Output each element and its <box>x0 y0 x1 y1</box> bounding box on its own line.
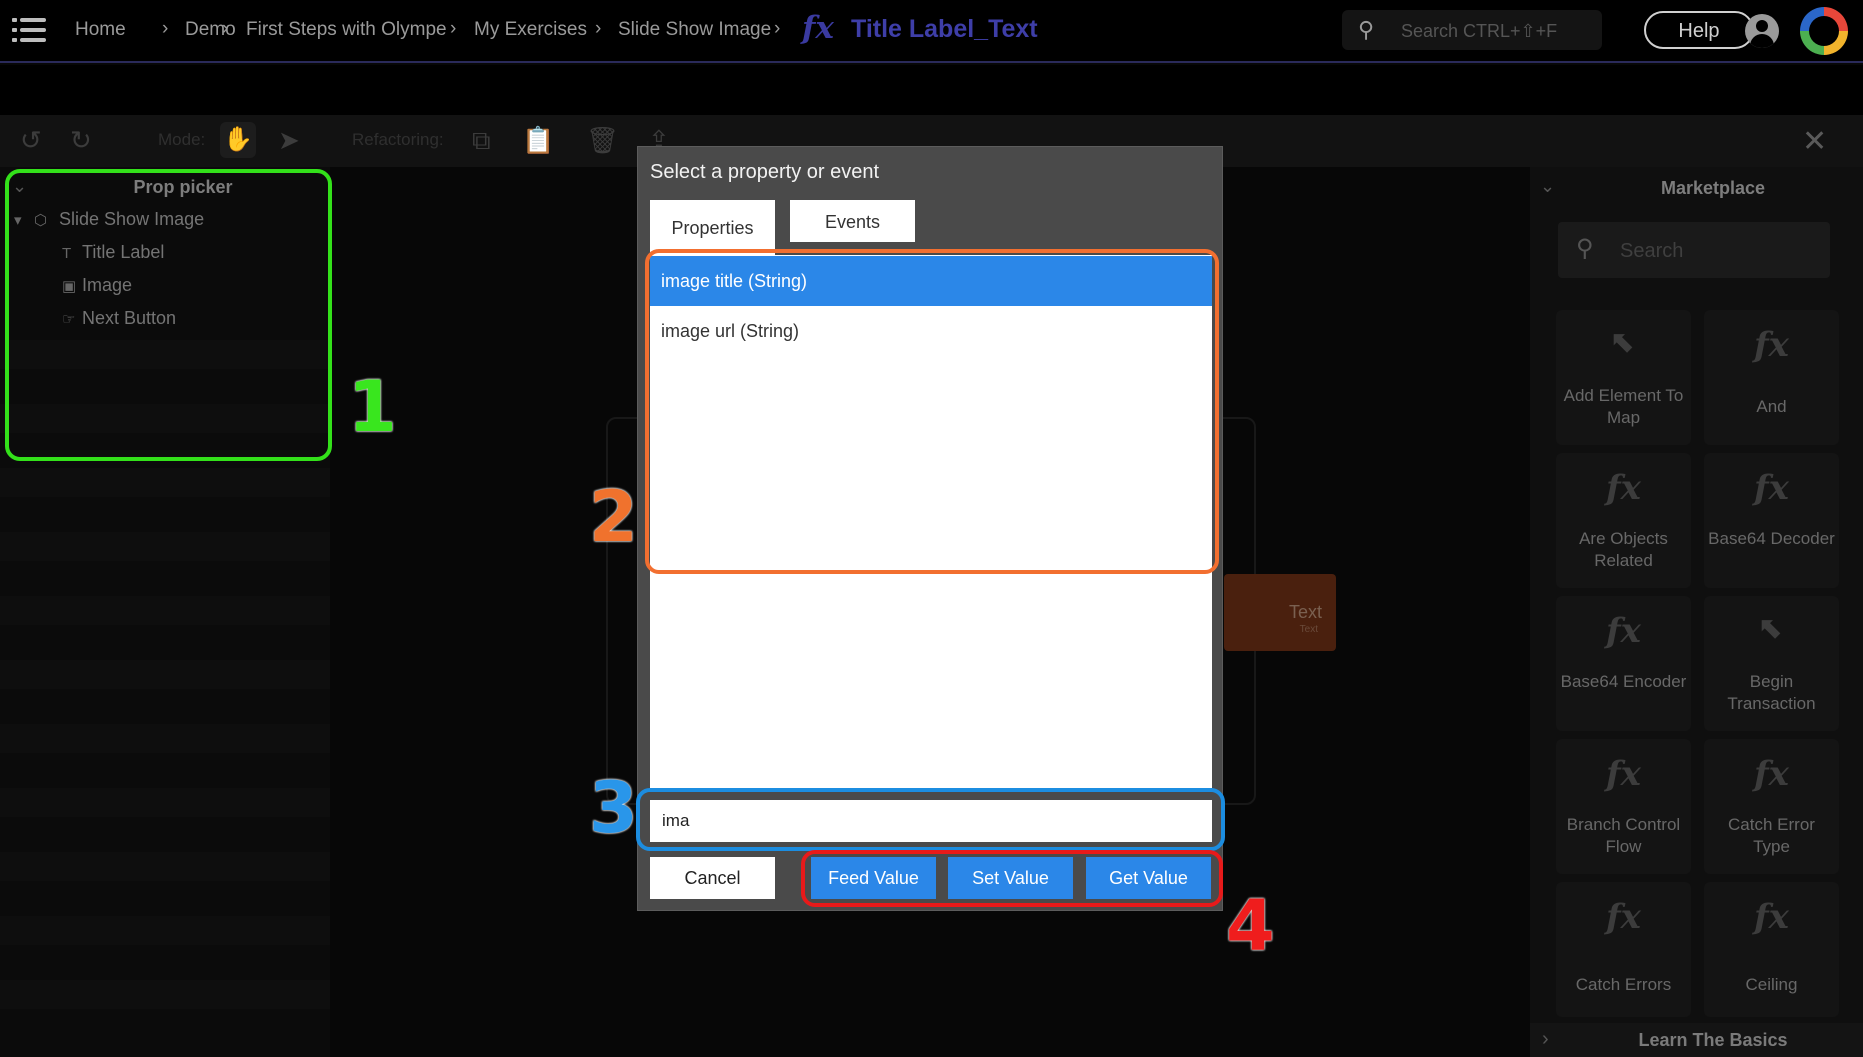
learn-the-basics-label: Learn The Basics <box>1638 1030 1788 1050</box>
tile-label: Ceiling <box>1745 975 1798 994</box>
panel-row <box>0 724 330 753</box>
sub-header <box>0 65 1863 115</box>
panel-row <box>0 852 330 881</box>
panel-row <box>0 596 330 625</box>
function-icon: fx <box>1754 325 1789 365</box>
global-search[interactable]: ⚲ <box>1342 10 1602 50</box>
tile-base64-decoder[interactable]: fx Base64 Decoder <box>1704 453 1839 588</box>
tile-label: Are Objects Related <box>1579 529 1668 570</box>
annotation-box-1 <box>5 169 332 461</box>
tile-label: And <box>1756 397 1787 416</box>
tile-branch-control-flow[interactable]: fx Branch Control Flow <box>1556 739 1691 874</box>
function-icon: fx <box>1754 468 1789 508</box>
breadcrumb-separator-icon: › <box>162 18 169 39</box>
function-icon: fx <box>802 10 834 46</box>
search-icon: ⚲ <box>1358 17 1375 42</box>
redo-icon[interactable]: ↻ <box>70 125 92 156</box>
dialog-title: Select a property or event <box>650 161 880 183</box>
tile-catch-errors[interactable]: fx Catch Errors <box>1556 882 1691 1017</box>
breadcrumb-home[interactable]: Home <box>75 19 126 41</box>
text-node[interactable]: Text Text <box>1224 574 1336 651</box>
annotation-box-4 <box>801 850 1223 907</box>
cursor-click-icon: ⬉ <box>1758 611 1785 646</box>
panel-row <box>0 788 330 817</box>
breadcrumb-my-exercises[interactable]: My Exercises <box>474 19 587 41</box>
page-title: Title Label_Text <box>851 15 1038 43</box>
breadcrumb-separator-icon: › <box>222 18 229 39</box>
marketplace-search[interactable]: ⚲ <box>1558 222 1830 278</box>
marketplace-title: Marketplace <box>1660 178 1766 198</box>
copy-icon[interactable]: ⧉ <box>472 125 491 157</box>
breadcrumb-separator-icon: › <box>774 18 781 39</box>
annotation-box-3 <box>636 788 1225 851</box>
delete-icon[interactable]: 🗑 <box>586 125 619 156</box>
pointer-mode-icon[interactable]: ➤ <box>278 125 300 156</box>
user-avatar-icon[interactable] <box>1745 14 1779 48</box>
tab-events[interactable]: Events <box>790 200 915 242</box>
function-icon: fx <box>1606 897 1641 937</box>
breadcrumb-separator-icon: › <box>450 18 457 39</box>
annotation-box-2 <box>645 249 1219 574</box>
tile-base64-encoder[interactable]: fx Base64 Encoder <box>1556 596 1691 731</box>
tile-label: Begin Transaction <box>1727 672 1816 713</box>
panel-row <box>0 660 330 689</box>
learn-the-basics-bar[interactable]: › Learn The Basics <box>1530 1023 1863 1057</box>
tile-label: Base64 Encoder <box>1560 672 1687 691</box>
marketplace-search-input[interactable] <box>1618 238 1812 264</box>
tile-add-element-to-map[interactable]: ⬉ Add Element To Map <box>1556 310 1691 445</box>
panel-row <box>0 980 330 1009</box>
tile-begin-transaction[interactable]: ⬉ Begin Transaction <box>1704 596 1839 731</box>
close-icon[interactable]: ✕ <box>1802 124 1827 159</box>
panel-row <box>0 468 330 497</box>
panel-row <box>0 532 330 561</box>
tile-label: Branch Control Flow <box>1566 815 1681 856</box>
function-icon: fx <box>1606 611 1641 651</box>
tile-catch-error-type[interactable]: fx Catch Error Type <box>1704 739 1839 874</box>
undo-icon[interactable]: ↺ <box>20 125 42 156</box>
tile-and[interactable]: fx And <box>1704 310 1839 445</box>
text-node-sublabel: Text <box>1299 624 1318 635</box>
text-node-label: Text <box>1288 602 1322 622</box>
paste-icon[interactable]: 📋 <box>522 125 554 156</box>
function-icon: fx <box>1606 468 1641 508</box>
breadcrumb-slide-show-image[interactable]: Slide Show Image <box>618 19 771 41</box>
annotation-number-4: 4 <box>1226 885 1275 967</box>
refactoring-label: Refactoring: <box>352 130 444 149</box>
tile-label: Base64 Decoder <box>1708 529 1835 548</box>
annotation-number-1: 1 <box>348 366 397 448</box>
tile-label: Add Element To Map <box>1563 386 1684 427</box>
hand-mode-icon[interactable]: ✋ <box>220 122 256 158</box>
tab-properties[interactable]: Properties <box>650 200 775 255</box>
menu-icon[interactable] <box>12 14 48 46</box>
tile-are-objects-related[interactable]: fx Are Objects Related <box>1556 453 1691 588</box>
function-icon: fx <box>1606 754 1641 794</box>
panel-row <box>0 916 330 945</box>
help-button[interactable]: Help <box>1644 11 1754 49</box>
breadcrumb-separator-icon: › <box>595 18 602 39</box>
tile-label: Catch Error Type <box>1728 815 1815 856</box>
function-icon: fx <box>1754 897 1789 937</box>
annotation-number-2: 2 <box>589 476 638 558</box>
search-icon: ⚲ <box>1576 235 1594 262</box>
tile-label: Catch Errors <box>1575 975 1672 994</box>
annotation-number-3: 3 <box>589 767 638 849</box>
tile-ceiling[interactable]: fx Ceiling <box>1704 882 1839 1017</box>
function-icon: fx <box>1754 754 1789 794</box>
global-search-input[interactable] <box>1399 18 1593 44</box>
cursor-click-icon: ⬉ <box>1610 325 1637 360</box>
mode-label: Mode: <box>158 130 206 149</box>
app-logo <box>1800 7 1848 55</box>
breadcrumb-first-steps[interactable]: First Steps with Olympe <box>246 19 447 41</box>
cancel-button[interactable]: Cancel <box>650 857 775 899</box>
